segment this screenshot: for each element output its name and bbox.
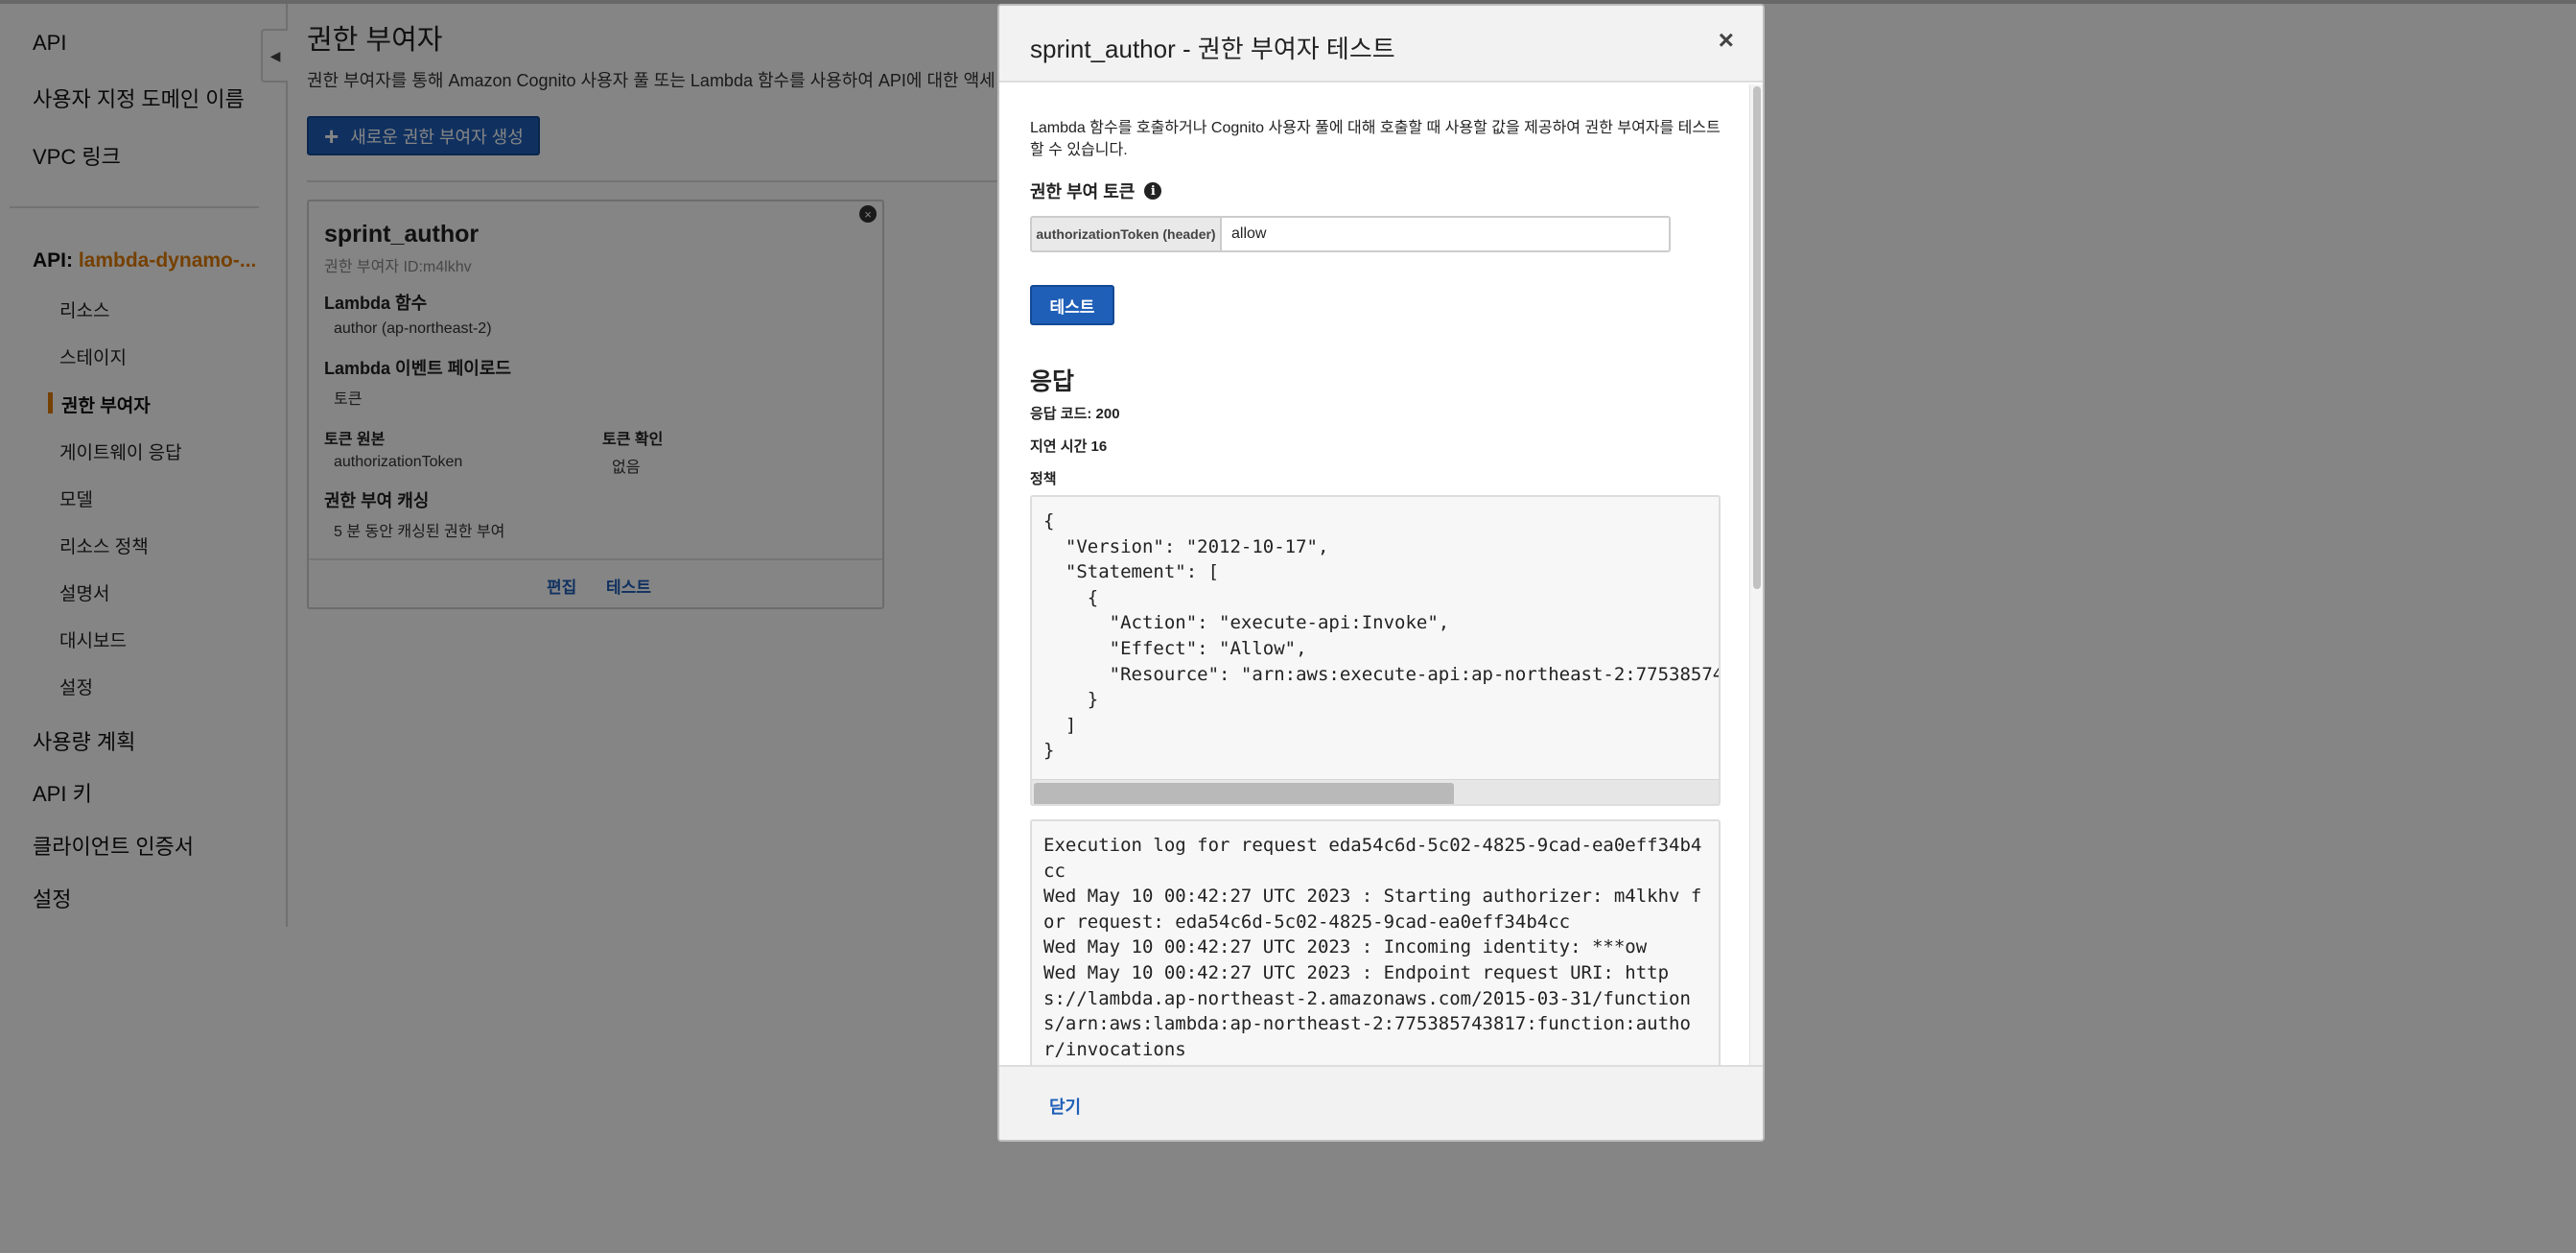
log-line: Execution log for request eda54c6d-5c02-… (1043, 835, 1702, 882)
test-authorizer-modal: sprint_author - 권한 부여자 테스트 × Lambda 함수를 … (997, 4, 1765, 1142)
policy-line: "Action": "execute-api:Invoke", (1043, 612, 1450, 634)
policy-line: } (1043, 689, 1099, 711)
modal-body: Lambda 함수를 호출하거나 Cognito 사용자 풀에 대해 호출할 때… (999, 84, 1763, 1065)
token-label-text: 권한 부여 토큰 (1030, 182, 1136, 201)
policy-line: ] (1043, 714, 1077, 736)
policy-code-box: { "Version": "2012-10-17", "Statement": … (1030, 495, 1721, 806)
policy-line: "Statement": [ (1043, 561, 1220, 583)
policy-line: "Effect": "Allow", (1043, 637, 1307, 659)
modal-intro: Lambda 함수를 호출하거나 Cognito 사용자 풀에 대해 호출할 때… (1030, 120, 1721, 158)
latency: 지연 시간 16 (1030, 438, 1108, 455)
modal-title: sprint_author - 권한 부여자 테스트 (1030, 35, 1395, 63)
policy-line: { (1043, 586, 1099, 608)
execution-log-box: Execution log for request eda54c6d-5c02-… (1030, 819, 1721, 1065)
modal-vertical-scrollbar[interactable] (1749, 84, 1763, 1065)
close-modal-link[interactable]: 닫기 (1049, 1094, 1081, 1119)
log-line: Wed May 10 00:42:27 UTC 2023 : Endpoint … (1043, 961, 1691, 1060)
horizontal-scrollbar[interactable] (1032, 779, 1719, 804)
horizontal-scrollbar-thumb[interactable] (1034, 783, 1454, 804)
token-label: 권한 부여 토큰 i (1030, 178, 1162, 203)
policy-line: "Version": "2012-10-17", (1043, 535, 1329, 557)
response-code: 응답 코드: 200 (1030, 406, 1120, 422)
log-line: Wed May 10 00:42:27 UTC 2023 : Incoming … (1043, 936, 1648, 958)
info-icon[interactable]: i (1144, 182, 1162, 200)
token-input-group: authorizationToken (header) (1030, 216, 1671, 252)
policy-label: 정책 (1030, 471, 1057, 487)
modal-scrollbar-thumb[interactable] (1753, 86, 1761, 589)
policy-line: { (1043, 510, 1055, 532)
log-line: Wed May 10 00:42:27 UTC 2023 : Starting … (1043, 886, 1702, 933)
token-header-addon: authorizationToken (header) (1032, 218, 1222, 250)
close-icon[interactable]: × (1719, 27, 1734, 54)
policy-line: "Resource": "arn:aws:execute-api:ap-nort… (1043, 663, 1721, 685)
execution-log: Execution log for request eda54c6d-5c02-… (1043, 833, 1705, 1062)
response-title: 응답 (1030, 368, 1075, 395)
run-test-button[interactable]: 테스트 (1030, 285, 1114, 325)
modal-header: sprint_author - 권한 부여자 테스트 × (999, 6, 1763, 83)
token-input[interactable] (1222, 218, 1669, 250)
policy-line: } (1043, 740, 1055, 762)
modal-footer: 닫기 (999, 1065, 1763, 1140)
policy-code: { "Version": "2012-10-17", "Statement": … (1043, 508, 1721, 764)
